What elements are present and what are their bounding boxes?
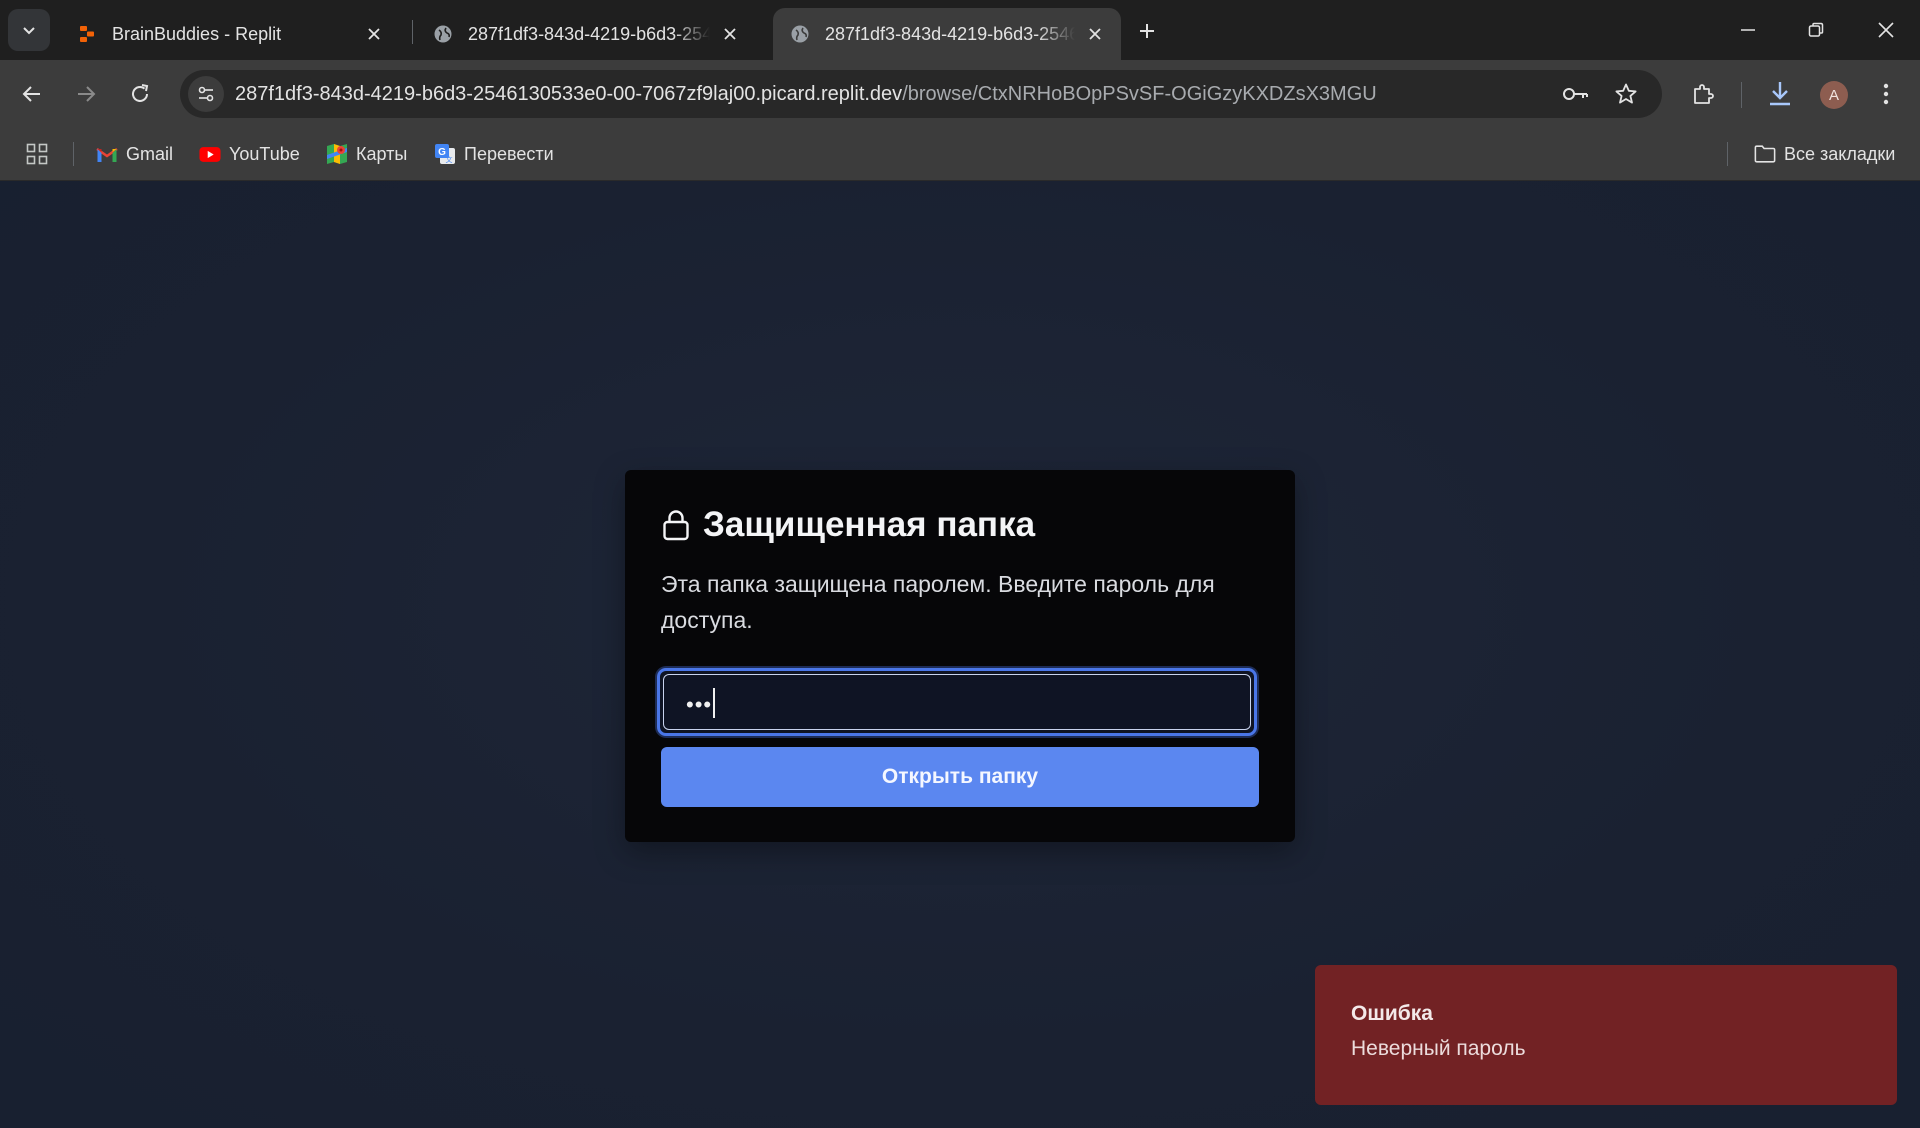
restore-button[interactable] — [1782, 0, 1850, 60]
close-tab-icon[interactable] — [1083, 22, 1107, 46]
download-icon — [1770, 82, 1790, 106]
new-tab-button[interactable] — [1130, 14, 1164, 48]
globe-icon — [432, 23, 454, 45]
address-bar[interactable]: 287f1df3-843d-4219-b6d3-2546130533e0-00-… — [180, 70, 1662, 118]
tune-icon — [198, 86, 214, 102]
puzzle-icon — [1694, 84, 1714, 104]
bookmark-star-button[interactable] — [1612, 80, 1640, 108]
minimize-icon — [1741, 29, 1755, 31]
profile-avatar[interactable]: A — [1820, 81, 1848, 109]
dialog-title: Защищенная папка — [661, 502, 1035, 548]
password-dialog: Защищенная папка Эта папка защищена паро… — [625, 470, 1295, 842]
bookmark-translate[interactable]: G 文 Перевести — [434, 140, 554, 168]
tab-replit-dev-active[interactable]: 287f1df3-843d-4219-b6d3-2546130533e0-00-… — [773, 8, 1121, 60]
site-info-button[interactable] — [188, 76, 224, 112]
toolbar-divider — [1741, 82, 1742, 108]
tab-title: 287f1df3-843d-4219-b6d3-2546130533e0-00-… — [825, 23, 1075, 44]
restore-icon — [1808, 22, 1824, 37]
gmail-icon — [96, 143, 118, 165]
bookmark-label: Карты — [356, 143, 408, 164]
tab-divider — [412, 20, 413, 44]
star-icon — [1615, 83, 1637, 104]
tab-search-button[interactable] — [8, 9, 50, 51]
reload-icon — [132, 84, 149, 102]
replit-icon — [76, 23, 98, 45]
tab-title: 287f1df3-843d-4219-b6d3-2546130533e0-00-… — [468, 23, 710, 44]
tab-brainbuddies[interactable]: BrainBuddies - Replit — [60, 8, 400, 60]
password-input-inner: ••• — [663, 674, 1251, 730]
toast-message: Неверный пароль — [1351, 1037, 1526, 1060]
bookmarks-divider — [73, 142, 74, 166]
chrome-menu-button[interactable] — [1866, 74, 1906, 114]
apps-grid-icon — [26, 143, 48, 165]
password-key-button[interactable] — [1562, 80, 1590, 108]
tab-title: BrainBuddies - Replit — [112, 23, 282, 44]
open-folder-button[interactable]: Открыть папку — [661, 747, 1259, 807]
bookmarks-divider — [1727, 142, 1728, 166]
apps-button[interactable] — [26, 140, 48, 168]
plus-icon — [1140, 24, 1154, 38]
more-vertical-icon — [1883, 83, 1889, 105]
text-caret — [713, 688, 716, 719]
svg-text:文: 文 — [446, 155, 453, 164]
password-mask: ••• — [686, 692, 713, 717]
bookmark-gmail[interactable]: Gmail — [96, 140, 173, 168]
downloads-button[interactable] — [1760, 74, 1800, 114]
reload-button[interactable] — [120, 74, 160, 114]
minimize-button[interactable] — [1714, 0, 1782, 60]
close-tab-icon[interactable] — [718, 22, 742, 46]
password-value: ••• — [686, 675, 716, 733]
key-icon — [1563, 88, 1588, 100]
close-tab-icon[interactable] — [362, 22, 386, 46]
close-icon — [1878, 22, 1894, 38]
back-button[interactable] — [12, 74, 52, 114]
bookmark-maps[interactable]: Карты — [326, 140, 407, 168]
youtube-icon — [199, 143, 221, 165]
lock-icon — [661, 509, 691, 541]
maps-icon — [326, 143, 348, 165]
password-input[interactable]: ••• — [657, 668, 1257, 736]
bookmark-youtube[interactable]: YouTube — [199, 140, 300, 168]
tab-replit-dev-1[interactable]: 287f1df3-843d-4219-b6d3-2546130533e0-00-… — [416, 8, 756, 60]
translate-icon: G 文 — [434, 143, 456, 165]
url-host: 287f1df3-843d-4219-b6d3-2546130533e0-00-… — [235, 83, 903, 105]
arrow-right-icon — [78, 86, 96, 102]
error-toast: Ошибка Неверный пароль — [1315, 965, 1897, 1105]
tab-strip: BrainBuddies - Replit 287f1df3-843d-4219… — [0, 0, 1920, 60]
url-text[interactable]: 287f1df3-843d-4219-b6d3-2546130533e0-00-… — [235, 70, 1377, 118]
all-bookmarks-label: Все закладки — [1784, 143, 1896, 164]
folder-icon — [1754, 143, 1776, 165]
forward-button[interactable] — [66, 74, 106, 114]
arrow-left-icon — [22, 86, 40, 102]
bookmark-label: Gmail — [126, 143, 174, 164]
page-content: Защищенная папка Эта папка защищена паро… — [0, 181, 1920, 1128]
dialog-title-text: Защищенная папка — [703, 505, 1036, 544]
bookmarks-bar: Gmail YouTube Карты G 文 Перевести Все за… — [0, 128, 1920, 181]
close-window-button[interactable] — [1852, 0, 1920, 60]
extensions-button[interactable] — [1683, 74, 1723, 114]
globe-icon — [789, 23, 811, 45]
toast-title: Ошибка — [1351, 1002, 1433, 1025]
dialog-description: Эта папка защищена паролем. Введите паро… — [661, 571, 1215, 633]
bookmark-label: YouTube — [229, 143, 300, 164]
browser-toolbar: 287f1df3-843d-4219-b6d3-2546130533e0-00-… — [0, 60, 1920, 128]
chevron-down-icon — [23, 27, 35, 35]
url-path: /browse/CtxNRHoBOpPSvSF-OGiGzyKXDZsX3MGU — [902, 83, 1377, 105]
all-bookmarks-button[interactable]: Все закладки — [1754, 140, 1895, 168]
bookmark-label: Перевести — [464, 143, 554, 164]
